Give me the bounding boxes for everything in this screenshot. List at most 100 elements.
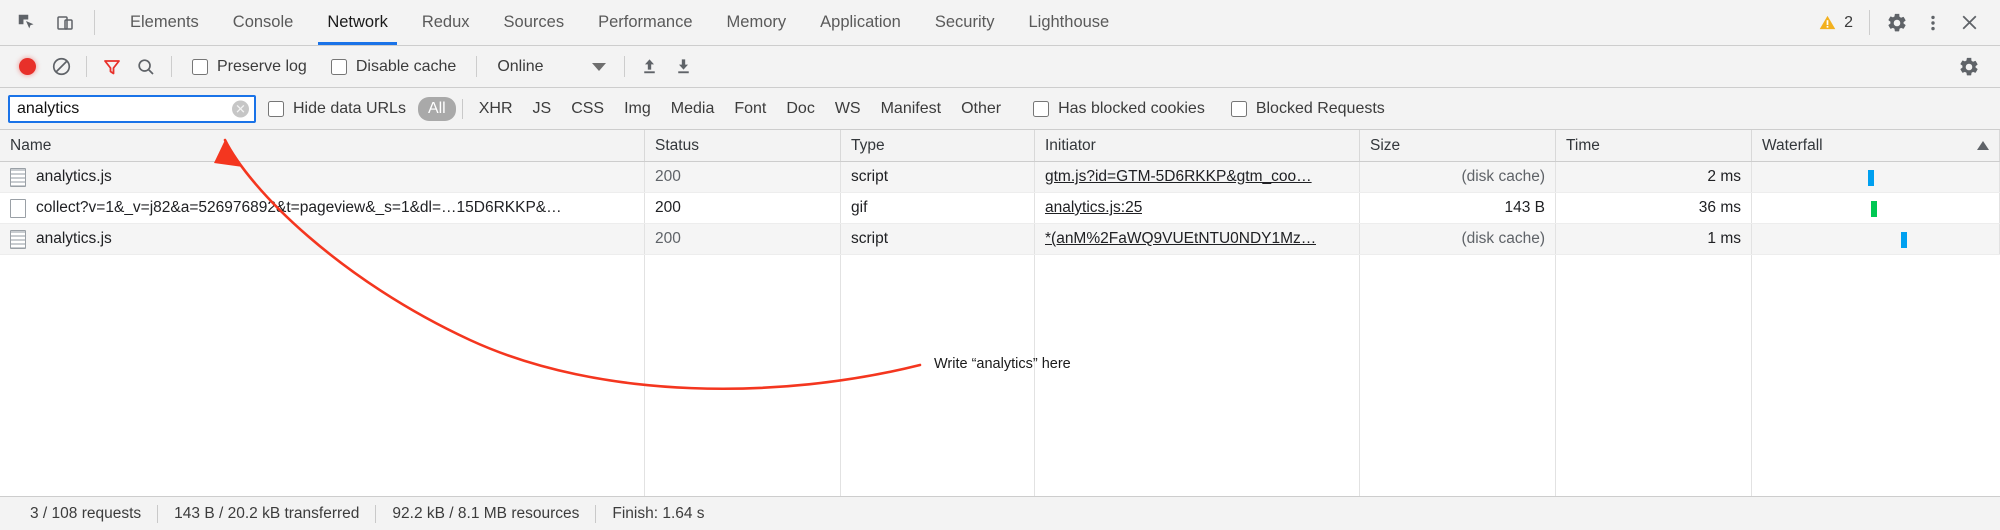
column-header-waterfall[interactable]: Waterfall xyxy=(1752,130,2000,161)
search-input[interactable] xyxy=(8,94,256,123)
request-name: analytics.js xyxy=(36,168,112,185)
toolbar-right-group xyxy=(1952,50,2000,84)
resource-type: gif xyxy=(851,199,868,216)
filter-type-font[interactable]: Font xyxy=(724,97,776,121)
cell-name: analytics.js xyxy=(0,162,645,192)
column-header-initiator[interactable]: Initiator xyxy=(1035,130,1360,161)
search-icon[interactable] xyxy=(129,50,163,84)
throttling-select[interactable]: Online xyxy=(485,58,615,76)
cell-status: 200 xyxy=(645,162,841,192)
more-vertical-icon[interactable] xyxy=(1916,6,1950,40)
tab-label: Application xyxy=(820,13,901,31)
filter-type-img[interactable]: Img xyxy=(614,97,661,121)
cell-status: 200 xyxy=(645,224,841,254)
hide-data-urls-label: Hide data URLs xyxy=(293,99,406,117)
close-icon[interactable] xyxy=(1952,6,1986,40)
cell-size: (disk cache) xyxy=(1360,162,1556,192)
filter-type-label: XHR xyxy=(478,99,513,117)
table-row[interactable]: analytics.js 200 script gtm.js?id=GTM-5D… xyxy=(0,162,2000,193)
import-har-icon[interactable] xyxy=(633,50,667,84)
resource-type: script xyxy=(851,168,889,185)
tab-network[interactable]: Network xyxy=(310,0,405,45)
clear-input-icon[interactable]: ✕ xyxy=(232,100,249,117)
column-header-time[interactable]: Time xyxy=(1556,130,1752,161)
tab-security[interactable]: Security xyxy=(918,0,1012,45)
column-header-size[interactable]: Size xyxy=(1360,130,1556,161)
checkbox-box xyxy=(1033,100,1050,117)
filter-type-label: All xyxy=(427,99,446,117)
tab-performance[interactable]: Performance xyxy=(581,0,709,45)
tab-sources[interactable]: Sources xyxy=(487,0,582,45)
filter-type-manifest[interactable]: Manifest xyxy=(871,97,951,121)
network-controls-toolbar: Preserve log Disable cache Online xyxy=(0,46,2000,88)
tab-application[interactable]: Application xyxy=(803,0,918,45)
export-har-icon[interactable] xyxy=(667,50,701,84)
toolbar-divider-2 xyxy=(171,56,172,77)
gear-icon[interactable] xyxy=(1880,6,1914,40)
table-row[interactable]: collect?v=1&_v=j82&a=526976892&t=pagevie… xyxy=(0,193,2000,224)
tab-lighthouse[interactable]: Lighthouse xyxy=(1011,0,1126,45)
column-header-type[interactable]: Type xyxy=(841,130,1035,161)
filter-type-css[interactable]: CSS xyxy=(561,97,614,121)
column-header-status[interactable]: Status xyxy=(645,130,841,161)
waterfall-bar xyxy=(1901,232,1907,248)
cell-waterfall xyxy=(1752,162,2000,192)
column-label: Status xyxy=(655,136,699,154)
initiator-link[interactable]: gtm.js?id=GTM-5D6RKKP&gtm_coo… xyxy=(1045,168,1312,186)
table-header-row: Name Status Type Initiator Size Time Wat… xyxy=(0,130,2000,162)
table-row[interactable]: analytics.js 200 script *(anM%2FaWQ9VUEt… xyxy=(0,224,2000,255)
tab-label: Security xyxy=(934,13,995,31)
duration: 36 ms xyxy=(1698,199,1741,216)
has-blocked-cookies-checkbox[interactable]: Has blocked cookies xyxy=(1011,100,1217,118)
filter-type-doc[interactable]: Doc xyxy=(776,97,824,121)
column-label: Waterfall xyxy=(1762,136,1823,154)
filter-type-label: CSS xyxy=(571,99,605,117)
waterfall-bar xyxy=(1871,201,1877,217)
request-name: collect?v=1&_v=j82&a=526976892&t=pagevie… xyxy=(36,199,562,216)
status-code: 200 xyxy=(655,168,681,185)
filter-type-other[interactable]: Other xyxy=(951,97,1011,121)
transferred-summary: 143 B / 20.2 kB transferred xyxy=(174,504,360,522)
sort-ascending-arrow-icon[interactable] xyxy=(1977,141,1989,150)
cell-time: 36 ms xyxy=(1556,193,1752,223)
network-filter-bar: ✕ Hide data URLs All XHR JS CSS Img Medi… xyxy=(0,88,2000,130)
empty-col-waterfall xyxy=(1752,255,2000,496)
toolbar-divider-4 xyxy=(623,56,625,77)
cell-status: 200 xyxy=(645,193,841,223)
cell-size: (disk cache) xyxy=(1360,224,1556,254)
warning-triangle-icon xyxy=(1819,15,1836,30)
transfer-size: (disk cache) xyxy=(1461,230,1545,247)
warning-counter[interactable]: 2 xyxy=(1812,13,1859,32)
cell-time: 1 ms xyxy=(1556,224,1752,254)
column-header-name[interactable]: Name xyxy=(0,130,645,161)
filter-type-label: Other xyxy=(961,99,1002,117)
initiator-link[interactable]: analytics.js:25 xyxy=(1045,199,1142,217)
initiator-link[interactable]: *(anM%2FaWQ9VUEtNTU0NDY1Mz… xyxy=(1045,230,1316,248)
table-empty-area xyxy=(0,255,2000,496)
inspect-element-icon[interactable] xyxy=(10,6,44,40)
network-settings-gear-icon[interactable] xyxy=(1952,50,1986,84)
clear-network-log-icon[interactable] xyxy=(44,50,78,84)
checkbox-box xyxy=(192,58,208,75)
tab-memory[interactable]: Memory xyxy=(710,0,804,45)
blocked-requests-checkbox[interactable]: Blocked Requests xyxy=(1217,100,1397,118)
script-file-icon xyxy=(10,167,26,187)
filter-type-all[interactable]: All xyxy=(417,96,456,121)
tab-elements[interactable]: Elements xyxy=(113,0,216,45)
disable-cache-checkbox[interactable]: Disable cache xyxy=(319,58,469,76)
hide-data-urls-checkbox[interactable]: Hide data URLs xyxy=(256,100,418,118)
filter-type-media[interactable]: Media xyxy=(661,97,725,121)
cell-initiator: gtm.js?id=GTM-5D6RKKP&gtm_coo… xyxy=(1035,162,1360,192)
filter-type-js[interactable]: JS xyxy=(523,97,562,121)
preserve-log-checkbox[interactable]: Preserve log xyxy=(180,58,319,76)
filter-type-xhr[interactable]: XHR xyxy=(469,97,523,121)
tab-console[interactable]: Console xyxy=(216,0,311,45)
filter-funnel-icon[interactable] xyxy=(95,50,129,84)
filter-type-ws[interactable]: WS xyxy=(825,97,871,121)
cell-size: 143 B xyxy=(1360,193,1556,223)
column-label: Type xyxy=(851,136,885,154)
tab-redux[interactable]: Redux xyxy=(405,0,487,45)
record-stop-icon[interactable] xyxy=(10,50,44,84)
filter-type-label: Img xyxy=(624,99,651,117)
device-toolbar-icon[interactable] xyxy=(48,6,82,40)
